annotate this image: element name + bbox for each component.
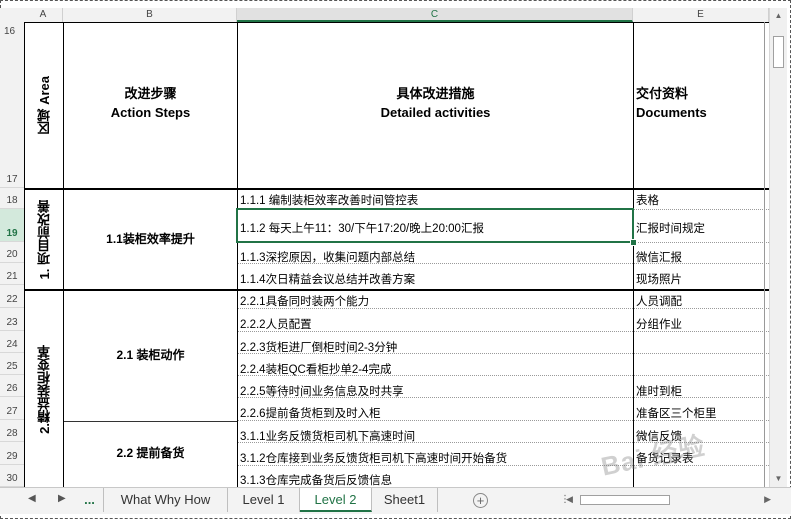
tab-level-2[interactable]: Level 2: [300, 488, 372, 512]
tab-more-button[interactable]: ...: [76, 488, 104, 512]
documents-header-en: Documents: [636, 105, 707, 120]
documents-header-cn: 交付资料: [636, 86, 689, 101]
activity-cell[interactable]: 2.2.2人员配置: [240, 316, 312, 332]
document-cell[interactable]: 微信汇报: [636, 249, 682, 265]
column-header-e[interactable]: E: [633, 8, 769, 22]
hscroll-thumb[interactable]: [580, 495, 670, 505]
vertical-scrollbar[interactable]: ▲ ▼: [769, 8, 787, 487]
hscroll-right-icon[interactable]: ▶: [764, 494, 771, 505]
activity-cell[interactable]: 2.2.3货柜进厂倒柜时间2-3分钟: [240, 339, 397, 355]
selected-cell-outline: [236, 208, 634, 243]
activity-cell[interactable]: 3.1.2仓库接到业务反馈货柜司机下高速时间开始备货: [240, 450, 507, 466]
row-header[interactable]: 26: [0, 375, 24, 397]
document-cell[interactable]: 准时到柜: [636, 383, 682, 399]
horizontal-scrollbar[interactable]: ◀ ▶: [566, 492, 771, 508]
row-header[interactable]: 25: [0, 353, 24, 375]
row-header[interactable]: 24: [0, 331, 24, 353]
document-cell[interactable]: 汇报时间规定: [636, 220, 705, 236]
activity-cell[interactable]: 2.2.1具备同时装两个能力: [240, 293, 369, 309]
row-header[interactable]: 18: [0, 188, 24, 209]
column-header-b[interactable]: B: [63, 8, 237, 22]
document-cell[interactable]: 现场照片: [636, 271, 682, 287]
row-header[interactable]: 22: [0, 285, 24, 308]
sheet-tab-bar: ◀ ▶ ... What Why How Level 1 Level 2 She…: [0, 487, 791, 514]
row-header-bar: 17 18 19 20 21 22 23 24 25 26 27 28 29 3…: [0, 22, 25, 487]
tab-level-1[interactable]: Level 1: [228, 488, 300, 512]
add-sheet-icon[interactable]: +: [473, 493, 488, 508]
document-cell[interactable]: 表格: [636, 192, 659, 208]
activities-header-cell[interactable]: 具体改进措施 Detailed activities: [238, 84, 633, 122]
step-cell-3[interactable]: 2.2 提前备货: [64, 444, 237, 463]
activity-cell[interactable]: 1.1.4次日精益会议总结并改善方案: [240, 271, 415, 287]
tab-scroll-right-icon[interactable]: ▶: [58, 493, 66, 504]
sheet-grid[interactable]: 区域 Area 改进步骤 Action Steps 具体改进措施 Detaile…: [24, 22, 769, 487]
area-label: 2.精益装柜变革: [36, 344, 52, 434]
row-header[interactable]: 21: [0, 263, 24, 285]
document-cell[interactable]: 分组作业: [636, 316, 682, 332]
column-header-a[interactable]: A: [24, 8, 63, 22]
area-header-cell[interactable]: 区域 Area: [25, 22, 63, 188]
scrollbar-thumb[interactable]: [773, 36, 784, 68]
steps-header-cell[interactable]: 改进步骤 Action Steps: [64, 84, 237, 122]
area-cell-1[interactable]: 1. 项目前改善: [25, 190, 63, 289]
tab-scroll-left-icon[interactable]: ◀: [28, 493, 36, 504]
document-cell[interactable]: 人员调配: [636, 293, 682, 309]
documents-header-cell[interactable]: 交付资料 Documents: [636, 84, 764, 122]
row-header[interactable]: 27: [0, 397, 24, 420]
activity-cell[interactable]: 2.2.5等待时间业务信息及时共享: [240, 383, 404, 399]
activity-cell[interactable]: 2.2.6提前备货柜到及时入柜: [240, 405, 381, 421]
row-header[interactable]: 17: [0, 22, 24, 188]
area-header-cn: 区域: [36, 108, 52, 135]
area-label: 1. 项目前改善: [36, 199, 52, 280]
steps-header-cn: 改进步骤: [124, 86, 177, 101]
row-header[interactable]: 23: [0, 308, 24, 331]
steps-header-en: Action Steps: [110, 105, 191, 120]
fill-handle[interactable]: [630, 239, 637, 246]
scroll-down-icon[interactable]: ▼: [770, 471, 787, 487]
row-header-selected[interactable]: 19: [0, 209, 24, 242]
area-header-en: Area: [36, 75, 52, 105]
row-header[interactable]: 29: [0, 442, 24, 465]
column-header-c[interactable]: C: [237, 8, 633, 22]
tab-what-why-how[interactable]: What Why How: [104, 488, 228, 512]
activity-cell[interactable]: 3.1.3仓库完成备货后反馈信息: [240, 472, 392, 487]
row-header[interactable]: 28: [0, 420, 24, 442]
tab-sheet1[interactable]: Sheet1: [372, 488, 438, 512]
activities-header-en: Detailed activities: [380, 105, 491, 120]
column-header-bar: A B C E: [0, 8, 769, 23]
area-cell-2[interactable]: 2.精益装柜变革: [25, 291, 63, 487]
activities-header-cn: 具体改进措施: [396, 86, 475, 101]
row-header[interactable]: 20: [0, 242, 24, 263]
activity-cell[interactable]: 2.2.4装柜QC看柜抄单2-4完成: [240, 361, 391, 377]
row-header[interactable]: 30: [0, 465, 24, 487]
hscroll-left-icon[interactable]: ◀: [566, 494, 573, 505]
activity-cell[interactable]: 3.1.1业务反馈货柜司机下高速时间: [240, 428, 415, 444]
step-cell-1[interactable]: 1.1装柜效率提升: [64, 230, 237, 249]
activity-cell[interactable]: 1.1.3深挖原因，收集问题内部总结: [240, 249, 415, 265]
document-cell[interactable]: 准备区三个柜里: [636, 405, 717, 421]
step-cell-2[interactable]: 2.1 装柜动作: [64, 346, 237, 365]
activity-cell[interactable]: 1.1.1 编制装柜效率改善时间管控表: [240, 192, 418, 208]
scroll-up-icon[interactable]: ▲: [770, 8, 787, 24]
row-header-16[interactable]: 16: [4, 26, 15, 37]
